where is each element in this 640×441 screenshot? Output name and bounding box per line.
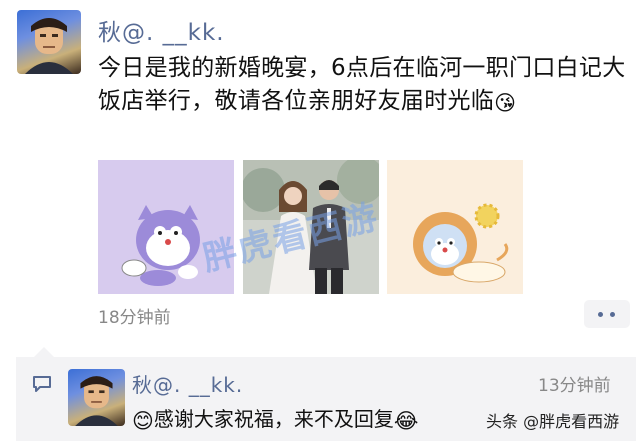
post-text: 今日是我的新婚晚宴，6点后在临河一职门口白记大饭店举行，敬请各位亲朋好友届时光临…: [98, 52, 640, 120]
post-author-avatar[interactable]: [17, 10, 81, 74]
comment-bubble-icon: [32, 375, 52, 397]
comment-author-name[interactable]: 秋@. __kk.: [132, 369, 243, 398]
more-dot-icon: [598, 312, 603, 317]
comment-text: 😊感谢大家祝福，来不及回复😂: [132, 403, 418, 433]
comment-timestamp: 13分钟前: [538, 376, 611, 396]
post-author-name[interactable]: 秋@. __kk.: [98, 13, 225, 47]
source-attribution: 头条 @胖虎看西游: [486, 412, 620, 431]
laughing-tears-emoji-icon: 😂: [393, 409, 419, 433]
more-actions-button[interactable]: [584, 300, 630, 328]
panel-pointer-arrow: [34, 347, 54, 357]
more-dot-icon: [610, 312, 615, 317]
comment-author-avatar[interactable]: [68, 369, 125, 426]
post-image-3[interactable]: [387, 160, 523, 294]
kiss-face-emoji-icon: 😘: [494, 91, 517, 115]
smiling-face-emoji-icon: 😊: [132, 409, 154, 433]
post-text-content: 今日是我的新婚晚宴，6点后在临河一职门口白记大饭店举行，敬请各位亲朋好友届时光临: [98, 55, 626, 114]
post-timestamp: 18分钟前: [98, 308, 171, 328]
comment-text-content: 感谢大家祝福，来不及回复: [153, 407, 394, 431]
